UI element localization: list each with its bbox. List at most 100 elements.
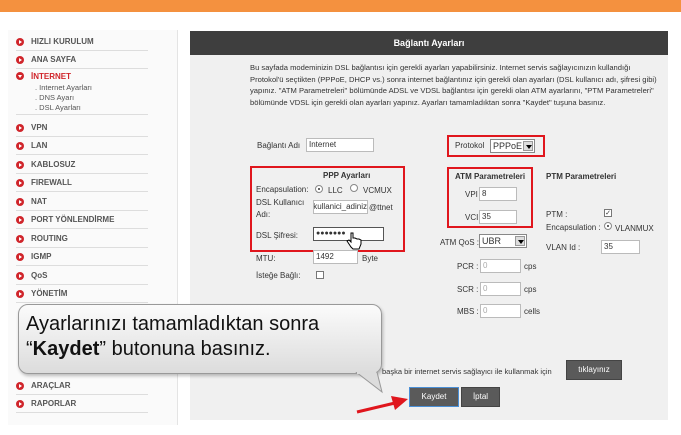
ptm-label: PTM : <box>546 210 568 219</box>
selected-value: PPPoE <box>493 141 523 151</box>
label: QoS <box>31 271 48 280</box>
pcr-input[interactable]: 0 <box>480 259 521 273</box>
label: KABLOSUZ <box>31 160 76 169</box>
vci-input[interactable]: 35 <box>479 210 517 224</box>
mbs-label: MBS : <box>457 307 479 316</box>
sidebar-item-igmp[interactable]: IGMP <box>16 248 148 266</box>
atm-qos-select[interactable]: UBR <box>479 234 527 248</box>
arrow-icon <box>16 37 24 46</box>
callout-line-2-rest: ” butonuna basınız. <box>99 338 271 360</box>
quote: “ <box>26 338 33 360</box>
protocol-label: Protokol <box>455 141 485 150</box>
label: LAN <box>31 141 48 150</box>
arrow-down-icon <box>16 72 24 80</box>
scr-label: SCR : <box>457 285 479 294</box>
arrow-icon <box>16 141 24 150</box>
optional-label: İsteğe Bağlı: <box>256 271 301 280</box>
arrow-icon <box>16 197 24 206</box>
vlan-id-input[interactable]: 35 <box>601 240 640 254</box>
click-here-button[interactable]: tıklayınız <box>566 360 622 380</box>
arrow-icon <box>16 399 24 408</box>
arrow-icon <box>16 160 24 169</box>
selected-value: UBR <box>482 236 502 246</box>
callout-tail <box>355 372 383 394</box>
label: Internet Ayarları <box>39 83 92 92</box>
description-text: Bu sayfada modeminizin DSL bağlantısı iç… <box>250 63 657 107</box>
label: VPN <box>31 123 48 132</box>
ppp-title: PPP Ayarları <box>323 171 371 180</box>
callout-text: Ayarlarınızı tamamladıktan sonra “Kaydet… <box>26 312 319 362</box>
username-input[interactable]: kullanici_adiniz <box>313 200 368 214</box>
label: NAT <box>31 197 47 206</box>
sidebar-item-hizli-kurulum[interactable]: HIZLI KURULUM <box>16 33 148 51</box>
vpi-input[interactable]: 8 <box>479 187 517 201</box>
sidebar-subitem-internet-ayarlari[interactable]: . Internet Ayarları <box>35 83 92 92</box>
sidebar-divider <box>16 95 148 115</box>
callout-line-2: “Kaydet” butonuna basınız. <box>26 337 319 362</box>
sidebar-item-nat[interactable]: NAT <box>16 193 148 211</box>
mtu-label: MTU: <box>256 254 276 263</box>
label: PORT YÖNLENDİRME <box>31 215 115 224</box>
sidebar-item-yonetim[interactable]: YÖNETİM <box>16 285 148 303</box>
sidebar-item-lan[interactable]: LAN <box>16 137 148 155</box>
hand-cursor-icon <box>346 232 362 250</box>
callout-line-1: Ayarlarınızı tamamladıktan sonra <box>26 313 320 335</box>
vcmux-label: VCMUX <box>363 186 392 195</box>
domain-suffix: @ttnet <box>369 203 393 212</box>
other-isp-text: başka bir internet servis sağlayıcı ile … <box>382 367 552 376</box>
arrow-icon <box>16 215 24 224</box>
arrow-icon <box>16 381 24 390</box>
save-button[interactable]: Kaydet <box>409 387 459 407</box>
pcr-label: PCR : <box>457 262 479 271</box>
label: ANA SAYFA <box>31 55 77 64</box>
llc-label: LLC <box>328 186 343 195</box>
vcmux-radio[interactable] <box>350 184 358 192</box>
chevron-down-icon <box>515 236 525 246</box>
ptm-checkbox[interactable]: ✓ <box>604 209 612 217</box>
red-arrow-icon <box>356 396 408 414</box>
optional-checkbox[interactable] <box>316 271 324 279</box>
cancel-button[interactable]: İptal <box>461 387 500 407</box>
mtu-input[interactable]: 1492 <box>313 250 358 264</box>
ptm-title: PTM Parametreleri <box>546 172 617 181</box>
sidebar-item-internet[interactable]: İNTERNET <box>16 69 148 83</box>
llc-radio[interactable] <box>315 185 323 193</box>
scr-input[interactable]: 0 <box>480 282 521 296</box>
label: RAPORLAR <box>31 399 77 408</box>
scr-unit: cps <box>524 285 537 294</box>
vlanmux-label: VLANMUX <box>615 224 654 233</box>
sidebar-item-kablosuz[interactable]: KABLOSUZ <box>16 156 148 174</box>
atm-title: ATM Parametreleri <box>455 172 526 181</box>
sidebar-item-raporlar[interactable]: RAPORLAR <box>16 395 148 413</box>
label: HIZLI KURULUM <box>31 37 94 46</box>
sidebar-item-vpn[interactable]: VPN <box>16 119 148 137</box>
protocol-select[interactable]: PPPoE <box>490 139 535 153</box>
mtu-unit: Byte <box>362 254 379 263</box>
arrow-icon <box>16 234 24 243</box>
sidebar-item-araclar[interactable]: ARAÇLAR <box>16 377 148 395</box>
label: IGMP <box>31 252 52 261</box>
ptm-encapsulation-label: Encapsulation : <box>546 223 601 232</box>
arrow-icon <box>16 178 24 187</box>
label: İNTERNET <box>31 71 71 81</box>
mbs-input[interactable]: 0 <box>480 304 521 318</box>
atm-qos-label: ATM QoS : <box>440 238 479 247</box>
username-label-2: Adı: <box>256 210 271 219</box>
vlanmux-radio[interactable] <box>604 222 612 230</box>
arrow-icon <box>16 289 24 298</box>
chevron-down-icon <box>523 141 533 151</box>
arrow-icon <box>16 55 24 64</box>
sidebar-item-firewall[interactable]: FIREWALL <box>16 174 148 192</box>
sidebar-item-ana-sayfa[interactable]: ANA SAYFA <box>16 51 148 69</box>
sidebar-item-qos[interactable]: QoS <box>16 267 148 285</box>
callout-bold-word: Kaydet <box>32 338 100 360</box>
vlan-id-label: VLAN Id : <box>546 243 581 252</box>
sidebar-item-routing[interactable]: ROUTING <box>16 230 148 248</box>
top-accent-bar <box>0 0 681 12</box>
connection-name-input[interactable]: Internet <box>306 138 374 152</box>
sidebar-item-port-yonlendirme[interactable]: PORT YÖNLENDİRME <box>16 211 148 229</box>
encapsulation-label: Encapsulation: <box>256 185 309 194</box>
arrow-icon <box>16 271 24 280</box>
label: ROUTING <box>31 234 68 243</box>
password-label: DSL Şifresi: <box>256 231 298 240</box>
